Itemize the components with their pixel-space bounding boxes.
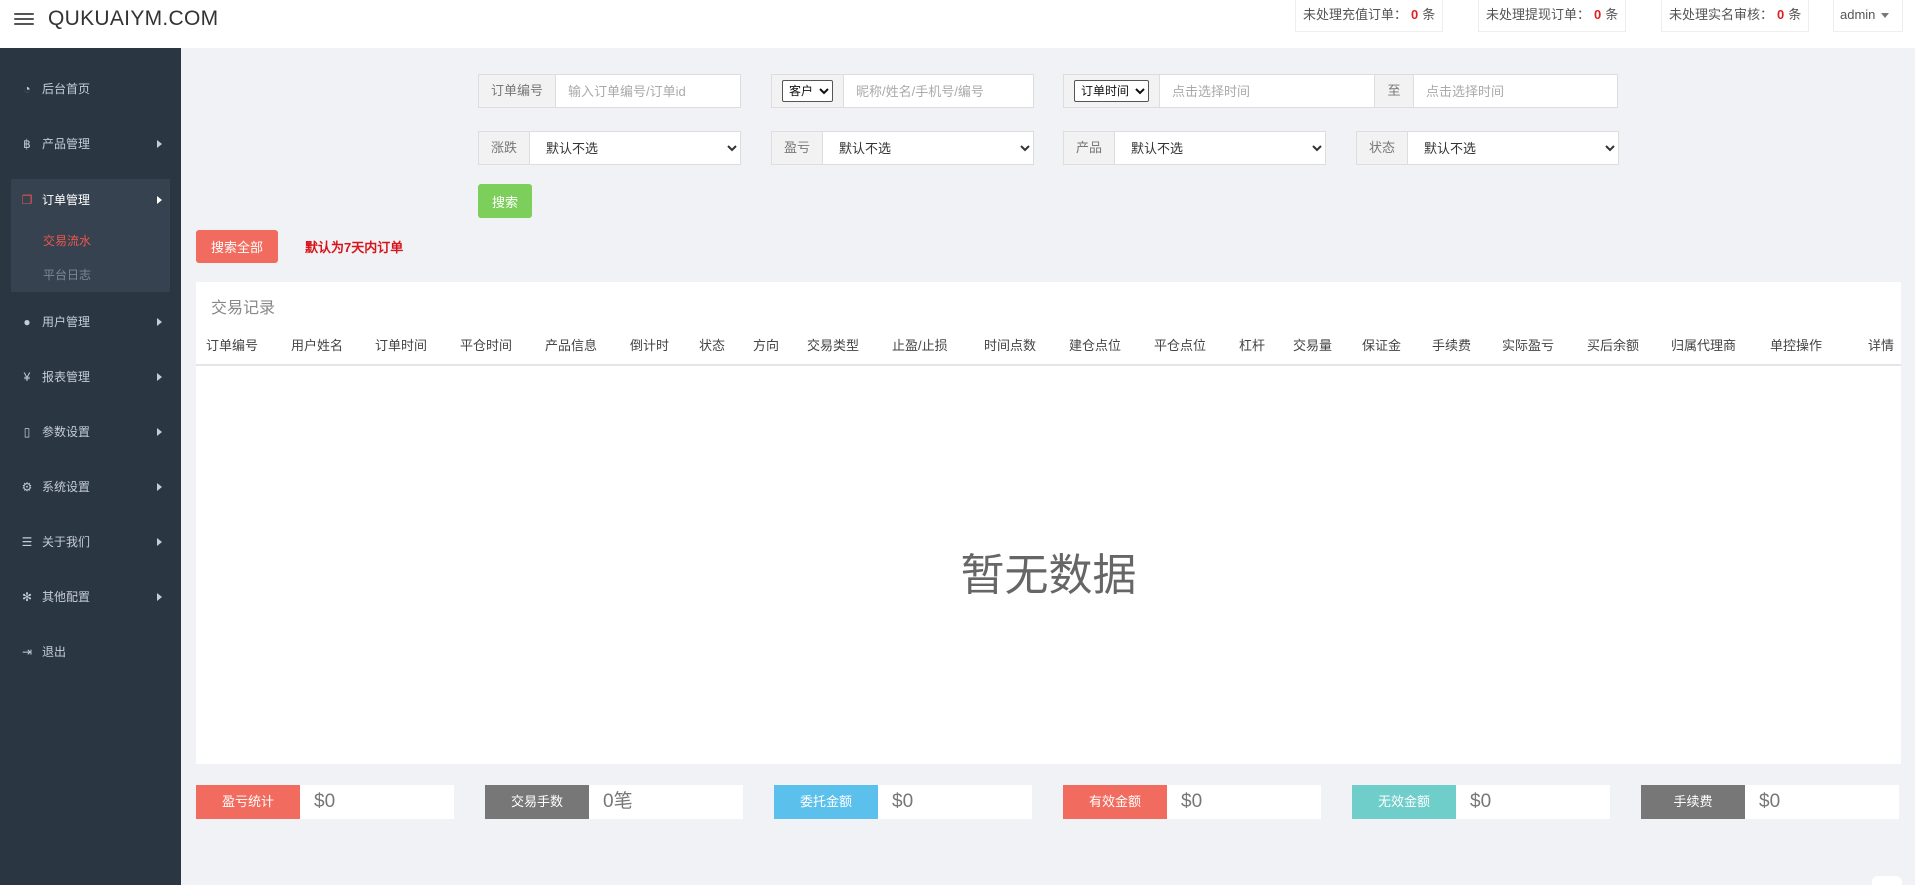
- sign-out-icon: ⇥: [21, 645, 33, 659]
- chevron-right-icon: [157, 538, 162, 546]
- range-to-label: 至: [1374, 74, 1414, 108]
- stat-order-amount: 委托金额 $0: [774, 785, 1032, 819]
- table-column-header: 手续费: [1432, 338, 1472, 353]
- chevron-right-icon: [157, 140, 162, 148]
- copy-icon: ❐: [21, 193, 33, 207]
- table-column-header: 详情: [1868, 338, 1895, 353]
- stat-valid-amount: 有效金额 $0: [1063, 785, 1321, 819]
- user-menu[interactable]: admin: [1833, 0, 1903, 32]
- filter-product: 产品 默认不选: [1063, 131, 1326, 165]
- table-column-header: 交易量: [1293, 338, 1333, 353]
- table-column-header: 用户姓名: [291, 338, 344, 353]
- customer-input[interactable]: [844, 75, 1033, 107]
- chevron-right-icon: [157, 593, 162, 601]
- chevron-right-icon: [157, 196, 162, 204]
- sidebar-item-logout[interactable]: ⇥ 退出: [0, 631, 181, 673]
- table-column-header: 平仓点位: [1154, 338, 1207, 353]
- stat-fee: 手续费 $0: [1641, 785, 1899, 819]
- order-no-input[interactable]: [556, 75, 740, 107]
- notice-realname[interactable]: 未处理实名审核： 0 条: [1661, 0, 1810, 32]
- subitem-platform-log[interactable]: 平台日志: [43, 266, 91, 283]
- list-icon: ☰: [21, 535, 33, 549]
- profit-loss-select[interactable]: 默认不选: [823, 132, 1033, 164]
- table-column-header: 状态: [699, 338, 726, 353]
- table-column-header: 订单编号: [206, 338, 259, 353]
- chevron-right-icon: [157, 483, 162, 491]
- chevron-right-icon: [157, 428, 162, 436]
- gear-icon: ✻: [21, 590, 33, 604]
- notice-count: 0: [1777, 7, 1785, 22]
- sidebar-item-other[interactable]: ✻ 其他配置: [0, 576, 181, 618]
- search-button[interactable]: 搜索: [478, 184, 532, 218]
- sidebar-item-system[interactable]: ⚙ 系统设置: [0, 466, 181, 508]
- time-end-field: [1413, 74, 1618, 108]
- time-start-input[interactable]: [1160, 75, 1374, 107]
- brand-logo[interactable]: QUKUAIYM.COM: [48, 7, 218, 31]
- dashboard-icon: ◔: [23, 82, 31, 96]
- sidebar-item-dashboard[interactable]: ◔ 后台首页: [0, 68, 181, 110]
- table-column-header: 方向: [753, 338, 780, 353]
- bitcoin-icon: ฿: [23, 137, 31, 151]
- table-column-header: 交易类型: [807, 338, 860, 353]
- chevron-right-icon: [157, 318, 162, 326]
- default-range-note: 默认为7天内订单: [305, 240, 404, 255]
- chevron-right-icon: [157, 373, 162, 381]
- filter-rise-fall: 涨跌 默认不选: [478, 131, 741, 165]
- order-no-label: 订单编号: [479, 75, 557, 107]
- order-no-field: 订单编号: [478, 74, 741, 108]
- filter-profit-loss: 盈亏 默认不选: [771, 131, 1034, 165]
- notice-recharge[interactable]: 未处理充值订单： 0 条: [1295, 0, 1444, 32]
- file-icon: ▯: [23, 425, 31, 439]
- table-column-header: 止盈/止损: [892, 338, 948, 353]
- scroll-top-tab[interactable]: [1872, 876, 1902, 885]
- sidebar-item-params[interactable]: ▯ 参数设置: [0, 411, 181, 453]
- stat-profit-loss: 盈亏统计 $0: [196, 785, 454, 819]
- yen-icon: ¥: [23, 370, 31, 384]
- hamburger-menu-icon[interactable]: [14, 10, 34, 28]
- table-column-header: 杠杆: [1239, 338, 1266, 353]
- table-column-header: 单控操作: [1770, 338, 1823, 353]
- table-column-header: 实际盈亏: [1502, 338, 1555, 353]
- table-column-header: 时间点数: [984, 338, 1037, 353]
- subitem-transactions[interactable]: 交易流水: [43, 232, 91, 249]
- time-end-input[interactable]: [1414, 75, 1617, 107]
- sidebar-item-orders[interactable]: ❐ 订单管理: [11, 179, 170, 221]
- time-start-field: 订单时间: [1063, 74, 1375, 108]
- table-column-header: 归属代理商: [1671, 338, 1737, 353]
- filter-status: 状态 默认不选: [1356, 131, 1619, 165]
- search-all-button[interactable]: 搜索全部: [196, 230, 278, 263]
- stat-trade-lots: 交易手数 0笔: [485, 785, 743, 819]
- panel-title: 交易记录: [211, 300, 276, 317]
- caret-down-icon: [1881, 13, 1890, 19]
- table-header: 订单编号 用户姓名 订单时间 平仓时间 产品信息 倒计时 状态 方向 交易类型 …: [196, 328, 1901, 366]
- sidebar-item-users[interactable]: ● 用户管理: [0, 301, 181, 343]
- table-column-header: 倒计时: [630, 338, 670, 353]
- empty-state: 暂无数据: [960, 551, 1137, 600]
- sidebar-item-reports[interactable]: ¥ 报表管理: [0, 356, 181, 398]
- notice-count: 0: [1411, 7, 1419, 22]
- transactions-panel: 交易记录 订单编号 用户姓名 订单时间 平仓时间 产品信息 倒计时 状态 方向 …: [196, 282, 1901, 764]
- user-icon: ●: [23, 315, 31, 329]
- customer-type-select[interactable]: 客户: [782, 80, 833, 102]
- table-column-header: 订单时间: [375, 338, 428, 353]
- status-select[interactable]: 默认不选: [1408, 132, 1618, 164]
- notice-count: 0: [1594, 7, 1602, 22]
- rise-fall-select[interactable]: 默认不选: [530, 132, 740, 164]
- customer-field: 客户: [771, 74, 1034, 108]
- stat-invalid-amount: 无效金额 $0: [1352, 785, 1610, 819]
- table-column-header: 产品信息: [545, 338, 598, 353]
- top-header: QUKUAIYM.COM 未处理充值订单： 0 条 未处理提现订单： 0 条 未处理实名…: [0, 0, 1915, 48]
- table-column-header: 保证金: [1362, 338, 1402, 353]
- time-type-select[interactable]: 订单时间: [1074, 80, 1149, 102]
- gears-icon: ⚙: [21, 480, 33, 494]
- sidebar: ◔ 后台首页 ฿产品管理 ❐ 订单管理 交易流水 平台日志 ● 用户管理 ¥ 报表管理 …: [0, 48, 181, 885]
- notice-withdraw[interactable]: 未处理提现订单： 0 条: [1478, 0, 1627, 32]
- product-select[interactable]: 默认不选: [1115, 132, 1325, 164]
- sidebar-item-products[interactable]: ฿产品管理: [0, 123, 181, 165]
- table-column-header: 买后余额: [1587, 338, 1640, 353]
- table-column-header: 建仓点位: [1069, 338, 1122, 353]
- sidebar-item-about[interactable]: ☰ 关于我们: [0, 521, 181, 563]
- table-column-header: 平仓时间: [460, 338, 513, 353]
